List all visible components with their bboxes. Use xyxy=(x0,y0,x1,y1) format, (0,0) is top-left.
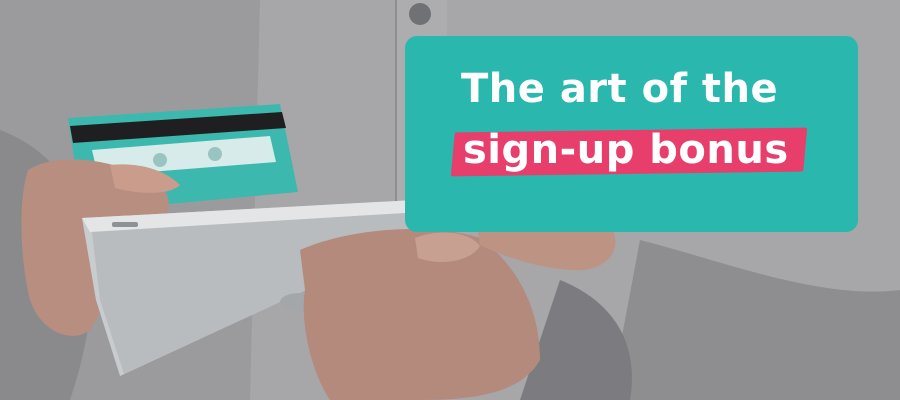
headline-line-2: sign-up bonus xyxy=(463,127,789,173)
headline-line-1: The art of the xyxy=(461,66,779,112)
headline: The art of the sign-up bonus xyxy=(405,36,858,232)
banner-scene: The art of the sign-up bonus xyxy=(0,0,900,400)
shirt-button-icon xyxy=(409,3,431,25)
headline-highlight: sign-up bonus xyxy=(450,124,807,177)
headline-card: The art of the sign-up bonus xyxy=(405,36,858,232)
